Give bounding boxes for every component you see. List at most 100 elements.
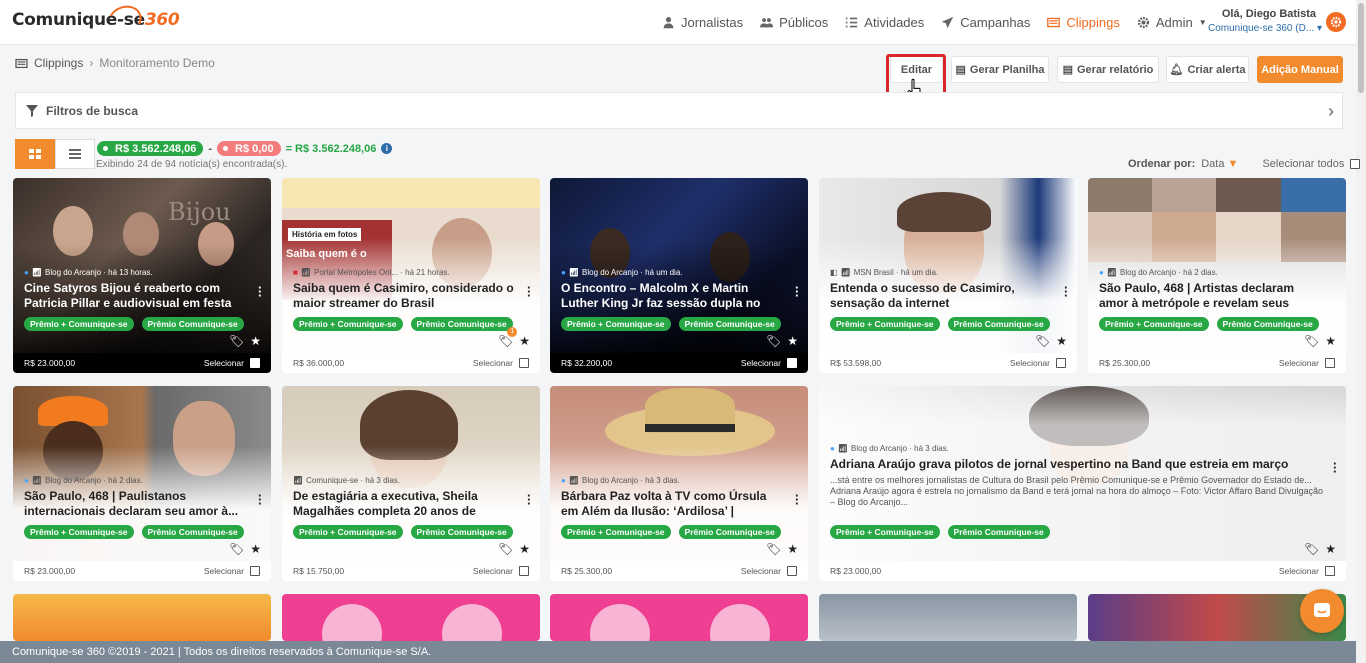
select-checkbox[interactable] <box>250 358 260 368</box>
tag-badge[interactable]: Prêmio + Comunique-se <box>293 317 403 331</box>
chevron-right-icon[interactable]: › <box>1328 101 1334 122</box>
more-options-icon[interactable]: · · · <box>527 281 531 302</box>
star-icon[interactable]: ★ <box>519 542 530 556</box>
tag-badge[interactable]: Prêmio + Comunique-se <box>1099 317 1209 331</box>
tag-icon[interactable]: 🏷︎ <box>1304 542 1319 556</box>
tag-badge[interactable]: Prêmio + Comunique-se <box>24 317 134 331</box>
news-card[interactable]: ● 📶︎ Blog do Arcanjo · há 2 dias. São Paul… <box>1088 178 1346 373</box>
news-card[interactable] <box>13 594 271 641</box>
logo[interactable]: Comunique-se360 <box>12 1 180 39</box>
star-icon[interactable]: ★ <box>519 334 530 348</box>
settings-button[interactable] <box>1326 12 1346 32</box>
info-icon[interactable]: i <box>381 143 393 154</box>
star-icon[interactable]: ★ <box>1056 334 1067 348</box>
select-checkbox[interactable] <box>1325 566 1335 576</box>
news-card[interactable]: História em fotos Saiba quem é o ■ 📶︎ Port… <box>282 178 540 373</box>
more-options-icon[interactable]: · · · <box>795 281 799 302</box>
generate-sheet-button[interactable]: ▤ Gerar Planilha <box>951 56 1049 83</box>
account-selector[interactable]: Comunique-se 360 (D... ▾ <box>1208 23 1322 34</box>
select-checkbox[interactable] <box>787 358 797 368</box>
search-filters-panel[interactable]: Filtros de busca › <box>15 92 1343 129</box>
news-card[interactable]: ● 📶︎ Blog do Arcanjo · há um dia. O Encont… <box>550 178 808 373</box>
card-title[interactable]: De estagiária a executiva, Sheila Magalh… <box>293 489 515 519</box>
news-card[interactable]: Bijou ● 📶︎ Blog do Arcanjo · há 13 horas. … <box>13 178 271 373</box>
tag-icon[interactable]: 🏷︎ <box>1304 334 1319 348</box>
select-checkbox[interactable] <box>1056 358 1066 368</box>
nav-campanhas[interactable]: Campanhas <box>941 15 1030 30</box>
tag-icon[interactable]: 🏷︎ <box>766 542 781 556</box>
select-checkbox[interactable] <box>787 566 797 576</box>
tag-badge[interactable]: Prêmio Comunique-se <box>1216 317 1319 331</box>
more-options-icon[interactable]: · · · <box>258 489 262 510</box>
tag-badge[interactable]: Prêmio Comunique-se <box>678 317 781 331</box>
scrollbar-thumb[interactable] <box>1358 3 1364 93</box>
star-icon[interactable]: ★ <box>787 542 798 556</box>
news-card-wide[interactable]: ● 📶︎ Blog do Arcanjo · há 3 dias. Adriana … <box>819 386 1346 581</box>
star-icon[interactable]: ★ <box>1325 542 1336 556</box>
tag-badge[interactable]: Prêmio Comunique-se <box>141 525 244 539</box>
tag-badge[interactable]: Prêmio + Comunique-se <box>830 317 940 331</box>
tag-badge[interactable]: Prêmio + Comunique-se <box>561 525 671 539</box>
tag-badge[interactable]: Prêmio Comunique-se <box>410 317 513 331</box>
select-checkbox[interactable] <box>519 358 529 368</box>
manual-add-button[interactable]: Adição Manual <box>1257 56 1343 83</box>
select-checkbox[interactable] <box>1325 358 1335 368</box>
tag-badge[interactable]: Prêmio Comunique-se <box>410 525 513 539</box>
news-card[interactable]: ● 📶︎ Blog do Arcanjo · há 3 dias. Bárbara … <box>550 386 808 581</box>
user-menu[interactable]: Olá, Diego Batista Comunique-se 360 (D..… <box>1208 8 1322 34</box>
cog-icon <box>1137 16 1150 29</box>
more-options-icon[interactable]: · · · <box>795 489 799 510</box>
tag-icon[interactable]: 🏷︎ <box>498 542 513 556</box>
star-icon[interactable]: ★ <box>250 334 261 348</box>
card-title[interactable]: Saiba quem é Casimiro, considerado o mai… <box>293 281 515 311</box>
select-checkbox[interactable] <box>519 566 529 576</box>
more-options-icon[interactable]: · · · <box>527 489 531 510</box>
more-options-icon[interactable]: · · · <box>258 281 262 302</box>
create-alert-button[interactable]: 🔔︎ Criar alerta <box>1166 56 1249 83</box>
nav-publicos[interactable]: Públicos <box>760 15 828 30</box>
tag-icon[interactable]: 🏷︎ <box>766 334 781 348</box>
select-checkbox[interactable] <box>250 566 260 576</box>
star-icon[interactable]: ★ <box>787 334 798 348</box>
tag-icon[interactable]: 🏷︎ <box>229 334 244 348</box>
card-title[interactable]: São Paulo, 468 | Artistas declaram amor … <box>1099 281 1321 311</box>
nav-atividades[interactable]: Atividades <box>845 15 924 30</box>
news-card[interactable] <box>282 594 540 641</box>
card-title[interactable]: São Paulo, 468 | Paulistanos internacion… <box>24 489 246 519</box>
page-scrollbar[interactable] <box>1356 0 1366 663</box>
grid-view-button[interactable] <box>15 139 55 169</box>
card-title[interactable]: Adriana Araújo grava pilotos de jornal v… <box>830 457 1310 472</box>
more-options-icon[interactable]: · · · <box>1333 457 1337 478</box>
card-title[interactable]: Cine Satyros Bijou é reaberto com Patric… <box>24 281 246 311</box>
tag-badge[interactable]: Prêmio + Comunique-se <box>561 317 671 331</box>
news-card[interactable]: ● 📶︎ Blog do Arcanjo · há 2 dias. São Paul… <box>13 386 271 581</box>
tag-badge[interactable]: Prêmio Comunique-se <box>141 317 244 331</box>
card-title[interactable]: O Encontro – Malcolm X e Martin Luther K… <box>561 281 783 311</box>
news-card[interactable]: ◧ 📶︎ MSN Brasil · há um dia. Entenda o suc… <box>819 178 1077 373</box>
tag-icon[interactable]: 🏷︎ <box>229 542 244 556</box>
generate-report-button[interactable]: ▤ Gerar relatório <box>1057 56 1159 83</box>
news-card[interactable]: 📶︎ Comunique-se · há 3 dias. De estagiári… <box>282 386 540 581</box>
star-icon[interactable]: ★ <box>250 542 261 556</box>
card-title[interactable]: Bárbara Paz volta à TV como Úrsula em Al… <box>561 489 783 519</box>
card-title[interactable]: Entenda o sucesso de Casimiro, sensação … <box>830 281 1052 311</box>
tag-badge[interactable]: Prêmio Comunique-se <box>947 525 1050 539</box>
more-options-icon[interactable]: · · · <box>1064 281 1068 302</box>
nav-admin[interactable]: Admin ▼ <box>1137 15 1207 30</box>
news-card[interactable] <box>819 594 1077 641</box>
news-card[interactable] <box>550 594 808 641</box>
nav-jornalistas[interactable]: Jornalistas <box>662 15 743 30</box>
tag-icon[interactable]: 🏷︎ 1 <box>498 327 518 348</box>
tag-icon[interactable]: 🏷︎ <box>1035 334 1050 348</box>
tag-badge[interactable]: Prêmio + Comunique-se <box>293 525 403 539</box>
nav-clippings[interactable]: Clippings <box>1047 15 1120 30</box>
tag-badge[interactable]: Prêmio + Comunique-se <box>830 525 940 539</box>
star-icon[interactable]: ★ <box>1325 334 1336 348</box>
tag-badge[interactable]: Prêmio + Comunique-se <box>24 525 134 539</box>
tag-badge[interactable]: Prêmio Comunique-se <box>947 317 1050 331</box>
list-view-button[interactable] <box>55 139 95 169</box>
select-all-checkbox[interactable] <box>1350 159 1361 169</box>
tag-badge[interactable]: Prêmio Comunique-se <box>678 525 781 539</box>
chat-button[interactable] <box>1300 589 1344 633</box>
sort-select[interactable]: Data ▼ <box>1201 158 1238 170</box>
